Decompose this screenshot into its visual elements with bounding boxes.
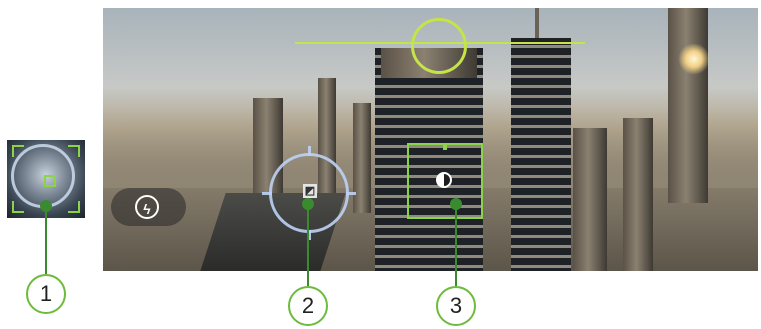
burj-tower [668,8,708,203]
focus-mode-icon: ◩ [303,184,317,198]
exposure-box-notch [443,144,447,150]
exposure-icon [436,172,452,188]
exposure-metering-box[interactable] [407,143,483,219]
camera-viewfinder[interactable]: ϟ ◩ [103,8,758,271]
callout-3: 3 [436,286,476,326]
callout-3-number: 3 [449,293,463,318]
callout-1-number: 1 [39,281,53,306]
sun-glare [678,43,710,75]
tower [511,38,571,271]
flash-toggle-button[interactable]: ϟ [111,188,186,226]
callout-3-leader [455,204,457,286]
thumbnail-focus-point [44,175,56,187]
callout-2: 2 [288,286,328,326]
thumbnail-bracket-top-left [12,145,24,157]
callout-2-leader [307,204,309,286]
callout-1-leader [45,206,47,274]
building [573,128,607,271]
tower-spire [535,8,539,38]
focus-ring-tick [346,192,356,195]
focus-ring-tick [262,192,272,195]
building [623,118,653,271]
flash-off-icon: ϟ [135,195,159,219]
thumbnail-bracket-bottom-left [12,201,24,213]
building [353,103,371,213]
focus-ring-tick [308,146,311,156]
callout-1: 1 [26,274,66,314]
thumbnail-bracket-bottom-right [68,201,80,213]
focus-ring[interactable]: ◩ [262,146,356,240]
level-indicator-circle [411,18,467,74]
thumbnail-bracket-top-right [68,145,80,157]
callout-2-number: 2 [301,293,315,318]
